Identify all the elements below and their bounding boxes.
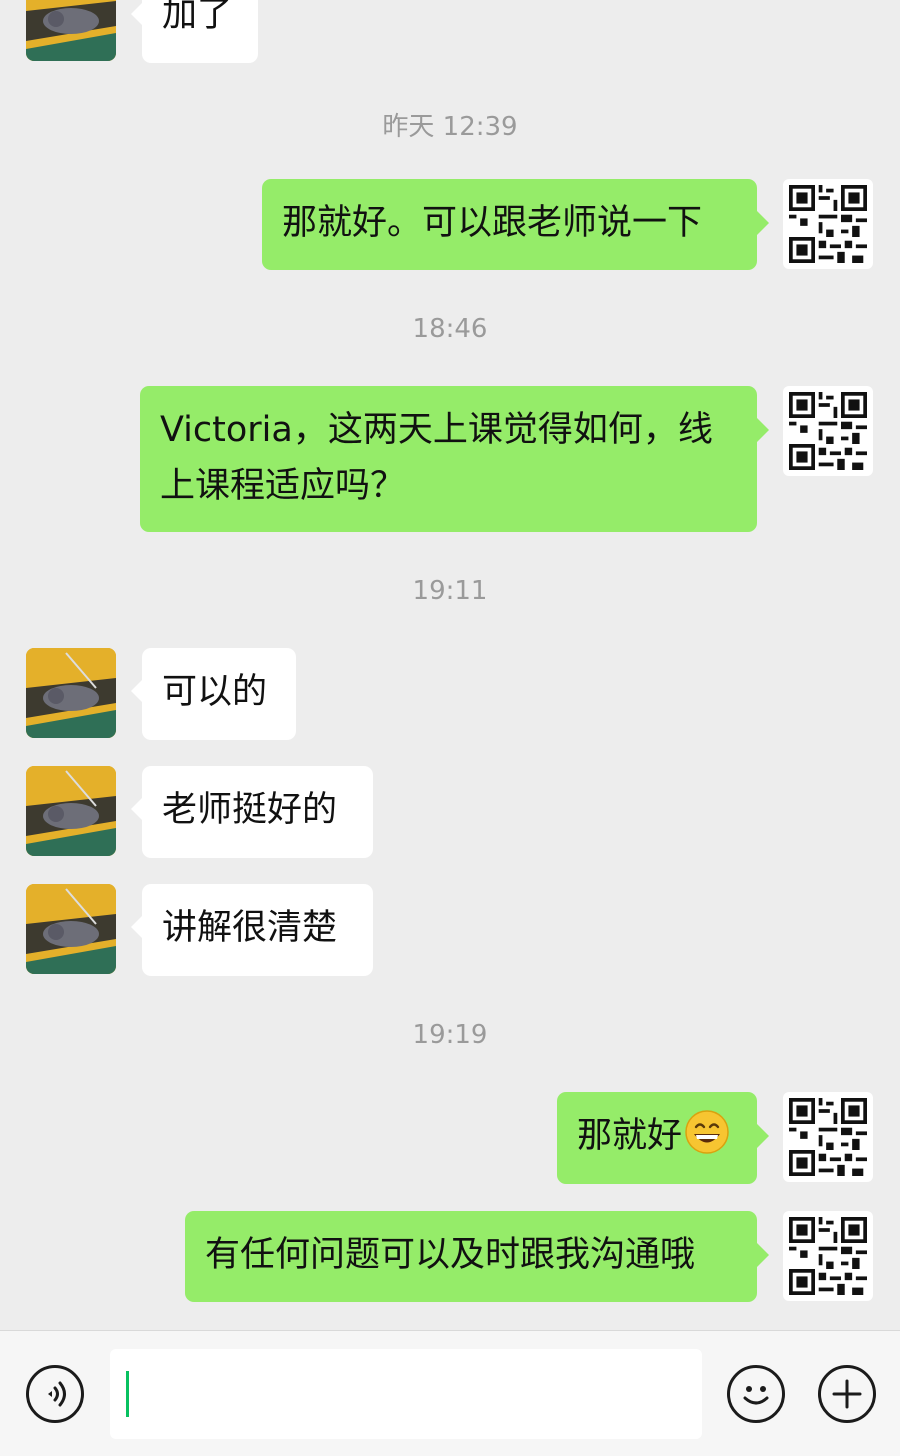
qr-code-icon <box>789 392 867 470</box>
text-caret <box>126 1371 129 1417</box>
input-bar <box>0 1330 900 1456</box>
emoji-icon <box>743 1386 769 1405</box>
message-text: 有任何问题可以及时跟我沟通哦 <box>205 1235 696 1275</box>
qr-code-icon <box>789 1098 867 1176</box>
message-bubble[interactable]: 可以的 <box>131 648 296 740</box>
message-text: 可以的 <box>162 672 268 712</box>
message-bubble[interactable]: 加了 <box>131 0 258 63</box>
message-bubble[interactable]: 有任何问题可以及时跟我沟通哦 <box>185 1211 769 1302</box>
contact-avatar[interactable] <box>26 0 116 61</box>
message-bubble[interactable]: 那就好 <box>557 1092 769 1184</box>
message-bubble[interactable]: 讲解很清楚 <box>131 884 373 976</box>
chat-area[interactable]: 加了 昨天 12:39 那就好。可以跟老师说一下 18:46 Victoria，… <box>0 0 900 1330</box>
message-bubble[interactable]: 老师挺好的 <box>131 766 373 858</box>
message-text: 那就好 <box>577 1116 683 1156</box>
message-text: 加了 <box>162 0 233 35</box>
timestamp: 19:11 <box>412 576 488 606</box>
contact-avatar[interactable] <box>26 648 116 738</box>
user-avatar[interactable] <box>783 1092 873 1182</box>
message-bubble[interactable]: Victoria，这两天上课觉得如何，线上课程适应吗？ <box>140 386 769 532</box>
user-avatar[interactable] <box>783 1211 873 1301</box>
more-button[interactable] <box>818 1365 876 1423</box>
emoji-button[interactable] <box>727 1365 785 1423</box>
voice-icon <box>48 1381 66 1407</box>
grinning-emoji-icon <box>685 1110 729 1154</box>
message-text: 那就好。可以跟老师说一下 <box>282 203 703 243</box>
message-bubble[interactable]: 那就好。可以跟老师说一下 <box>262 179 769 270</box>
message-text: 讲解很清楚 <box>162 908 338 948</box>
message-input[interactable] <box>110 1349 702 1439</box>
message-text: Victoria，这两天上课觉得如何，线上课程适应吗？ <box>160 410 713 506</box>
timestamp: 18:46 <box>412 314 488 344</box>
contact-avatar[interactable] <box>26 884 116 974</box>
user-avatar[interactable] <box>783 179 873 269</box>
qr-code-icon <box>789 1217 867 1295</box>
user-avatar[interactable] <box>783 386 873 476</box>
message-text: 老师挺好的 <box>162 790 338 830</box>
voice-button[interactable] <box>26 1365 84 1423</box>
timestamp: 19:19 <box>412 1020 488 1050</box>
plus-icon <box>832 1379 862 1409</box>
contact-avatar[interactable] <box>26 766 116 856</box>
timestamp: 昨天 12:39 <box>382 112 518 142</box>
qr-code-icon <box>789 185 867 263</box>
